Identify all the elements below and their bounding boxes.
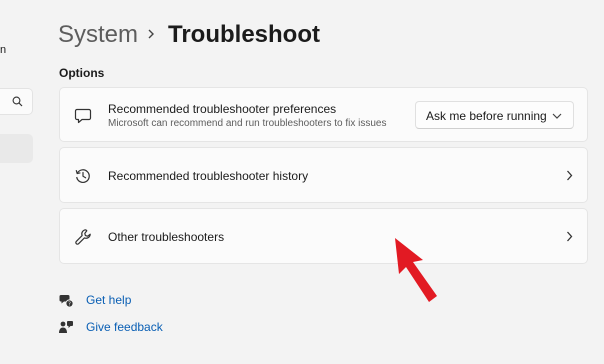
- feedback-icon: [59, 321, 73, 333]
- wrench-icon: [75, 229, 91, 245]
- preferences-dropdown[interactable]: Ask me before running: [415, 101, 574, 129]
- section-title-options: Options: [59, 66, 105, 80]
- preferences-subtitle: Microsoft can recommend and run troubles…: [108, 118, 387, 129]
- history-title: Recommended troubleshooter history: [108, 169, 309, 183]
- dropdown-selected-value: Ask me before running: [426, 109, 547, 123]
- annotation-arrow-icon: [395, 238, 437, 302]
- card-troubleshooter-history[interactable]: Recommended troubleshooter history: [59, 147, 588, 203]
- sidebar-selected-item[interactable]: [0, 134, 33, 163]
- sidebar-truncated-text: n: [0, 44, 7, 56]
- help-icon: ?: [59, 295, 74, 308]
- get-help-link[interactable]: Get help: [86, 293, 131, 307]
- give-feedback-link[interactable]: Give feedback: [86, 320, 163, 334]
- page-title: Troubleshoot: [168, 21, 320, 48]
- history-icon: [75, 169, 90, 183]
- svg-text:?: ?: [68, 301, 71, 307]
- chevron-right-icon: [567, 231, 573, 242]
- other-troubleshooters-title: Other troubleshooters: [108, 230, 225, 244]
- preferences-title: Recommended troubleshooter preferences: [108, 102, 337, 116]
- chevron-down-icon: [552, 113, 562, 119]
- card-troubleshooter-preferences: Recommended troubleshooter preferences M…: [59, 87, 588, 142]
- chat-bubble-icon: [74, 108, 92, 124]
- search-icon: [12, 96, 23, 107]
- card-other-troubleshooters[interactable]: Other troubleshooters: [59, 208, 588, 264]
- chevron-right-icon: [567, 170, 573, 181]
- sidebar: n: [0, 0, 42, 364]
- breadcrumb-system[interactable]: System: [58, 20, 138, 50]
- breadcrumb-chevron-icon: [148, 29, 154, 39]
- sidebar-search-box[interactable]: [0, 88, 33, 115]
